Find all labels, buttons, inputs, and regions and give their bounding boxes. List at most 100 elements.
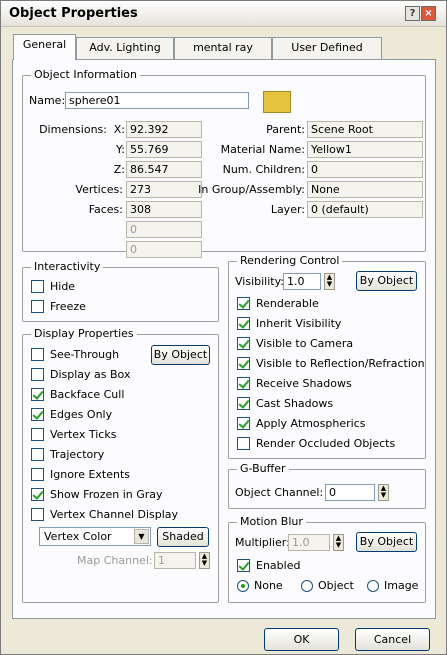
trajectory-checkbox[interactable]: Trajectory <box>31 448 104 461</box>
backface-cull-label: Backface Cull <box>50 388 125 401</box>
dialog-title: Object Properties <box>9 6 138 21</box>
visible-to-reflection-checkbox[interactable]: Visible to Reflection/Refraction <box>237 357 425 370</box>
freeze-check-box[interactable] <box>31 300 44 313</box>
cast-shadows-label: Cast Shadows <box>256 397 334 410</box>
show-frozen-gray-checkbox[interactable]: Show Frozen in Gray <box>31 488 163 501</box>
show-frozen-gray-check-box[interactable] <box>31 488 44 501</box>
g-buffer-legend: G-Buffer <box>237 462 289 475</box>
cancel-button[interactable]: Cancel <box>355 628 430 651</box>
faces-value: 308 <box>126 201 202 218</box>
visibility-label: Visibility: <box>235 275 285 288</box>
visibility-field[interactable]: 1.0 <box>283 273 321 290</box>
rendering-by-object-button[interactable]: By Object <box>356 271 417 291</box>
object-color-swatch[interactable] <box>263 91 291 113</box>
visibility-spinner[interactable]: ▲ ▼ <box>324 273 335 290</box>
object-channel-spinner[interactable]: ▲ ▼ <box>378 484 389 501</box>
tab-adv-lighting[interactable]: Adv. Lighting <box>76 37 174 59</box>
ok-button[interactable]: OK <box>264 628 339 651</box>
shaded-button[interactable]: Shaded <box>157 527 209 547</box>
hide-check-box[interactable] <box>31 280 44 293</box>
object-radio-button[interactable] <box>301 579 313 592</box>
vertex-channel-display-check-box[interactable] <box>31 508 44 521</box>
display-as-box-label: Display as Box <box>50 368 131 381</box>
none-radio[interactable]: None <box>237 579 283 592</box>
vertex-ticks-checkbox[interactable]: Vertex Ticks <box>31 428 116 441</box>
visible-to-camera-check-box[interactable] <box>237 337 250 350</box>
material-name-value: Yellow1 <box>307 141 423 158</box>
display-as-box-checkbox[interactable]: Display as Box <box>31 368 130 381</box>
map-channel-spinner[interactable]: ▲ ▼ <box>199 552 210 569</box>
ignore-extents-check-box[interactable] <box>31 468 44 481</box>
tab-mental-ray[interactable]: mental ray <box>174 37 272 59</box>
object-radio[interactable]: Object <box>301 579 354 592</box>
visible-to-camera-checkbox[interactable]: Visible to Camera <box>237 337 353 350</box>
title-bar: Object Properties ? × <box>1 1 446 27</box>
apply-atmospherics-checkbox[interactable]: Apply Atmospherics <box>237 417 365 430</box>
none-radio-button[interactable] <box>237 579 249 592</box>
map-channel-label: Map Channel: <box>77 554 153 567</box>
object-properties-dialog: Object Properties ? × General Adv. Light… <box>0 0 447 655</box>
display-properties-legend: Display Properties <box>31 327 137 340</box>
freeze-checkbox[interactable]: Freeze <box>31 300 86 313</box>
render-occluded-checkbox[interactable]: Render Occluded Objects <box>237 437 395 450</box>
y-value: 55.769 <box>126 141 202 158</box>
map-channel-field[interactable]: 1 <box>154 552 196 569</box>
vertex-ticks-label: Vertex Ticks <box>50 428 117 441</box>
renderable-check-box[interactable] <box>237 297 250 310</box>
backface-cull-check-box[interactable] <box>31 388 44 401</box>
vertex-channel-display-checkbox[interactable]: Vertex Channel Display <box>31 508 178 521</box>
see-through-checkbox[interactable]: See-Through <box>31 348 119 361</box>
enabled-label: Enabled <box>256 559 301 572</box>
cast-shadows-checkbox[interactable]: Cast Shadows <box>237 397 333 410</box>
multiplier-field[interactable]: 1.0 <box>288 534 330 551</box>
help-icon[interactable]: ? <box>405 6 420 21</box>
visible-to-reflection-check-box[interactable] <box>237 357 250 370</box>
cast-shadows-check-box[interactable] <box>237 397 250 410</box>
edges-only-label: Edges Only <box>50 408 113 421</box>
in-group-value: None <box>307 181 423 198</box>
ignore-extents-checkbox[interactable]: Ignore Extents <box>31 468 130 481</box>
in-group-label: In Group/Assembly: <box>198 183 305 196</box>
tab-user-defined[interactable]: User Defined <box>272 37 382 59</box>
display-by-object-button[interactable]: By Object <box>151 345 210 365</box>
object-information-group: Object Information Name: sphere01 Dimens… <box>22 68 426 258</box>
multiplier-spinner[interactable]: ▲ ▼ <box>333 534 344 551</box>
x-label: X: <box>113 123 125 136</box>
trajectory-label: Trajectory <box>50 448 105 461</box>
see-through-check-box[interactable] <box>31 348 44 361</box>
motion-blur-by-object-button[interactable]: By Object <box>356 532 417 552</box>
chevron-down-icon[interactable]: ▼ <box>134 529 149 544</box>
vertices-label: Vertices: <box>75 183 123 196</box>
image-radio[interactable]: Image <box>367 579 418 592</box>
enabled-checkbox[interactable]: Enabled <box>237 559 300 572</box>
edges-only-checkbox[interactable]: Edges Only <box>31 408 112 421</box>
visible-to-reflection-label: Visible to Reflection/Refraction <box>256 357 425 370</box>
parent-value: Scene Root <box>307 121 423 138</box>
trajectory-check-box[interactable] <box>31 448 44 461</box>
backface-cull-checkbox[interactable]: Backface Cull <box>31 388 124 401</box>
object-channel-field[interactable]: 0 <box>325 484 375 501</box>
rendering-control-legend: Rendering Control <box>237 254 343 267</box>
apply-atmospherics-check-box[interactable] <box>237 417 250 430</box>
vertex-ticks-check-box[interactable] <box>31 428 44 441</box>
inherit-visibility-check-box[interactable] <box>237 317 250 330</box>
receive-shadows-check-box[interactable] <box>237 377 250 390</box>
receive-shadows-checkbox[interactable]: Receive Shadows <box>237 377 352 390</box>
name-field[interactable]: sphere01 <box>65 92 249 109</box>
tab-general[interactable]: General <box>13 34 76 60</box>
enabled-check-box[interactable] <box>237 559 250 572</box>
vertex-color-dropdown[interactable]: Vertex Color ▼ <box>39 527 151 546</box>
motion-blur-legend: Motion Blur <box>237 515 306 528</box>
render-occluded-check-box[interactable] <box>237 437 250 450</box>
hide-checkbox[interactable]: Hide <box>31 280 75 293</box>
renderable-checkbox[interactable]: Renderable <box>237 297 319 310</box>
image-radio-button[interactable] <box>367 579 379 592</box>
close-icon[interactable]: × <box>421 6 436 21</box>
image-label: Image <box>384 579 419 592</box>
inherit-visibility-checkbox[interactable]: Inherit Visibility <box>237 317 341 330</box>
apply-atmospherics-label: Apply Atmospherics <box>256 417 366 430</box>
display-as-box-check-box[interactable] <box>31 368 44 381</box>
edges-only-check-box[interactable] <box>31 408 44 421</box>
layer-value: 0 (default) <box>307 201 423 218</box>
object-label: Object <box>318 579 354 592</box>
